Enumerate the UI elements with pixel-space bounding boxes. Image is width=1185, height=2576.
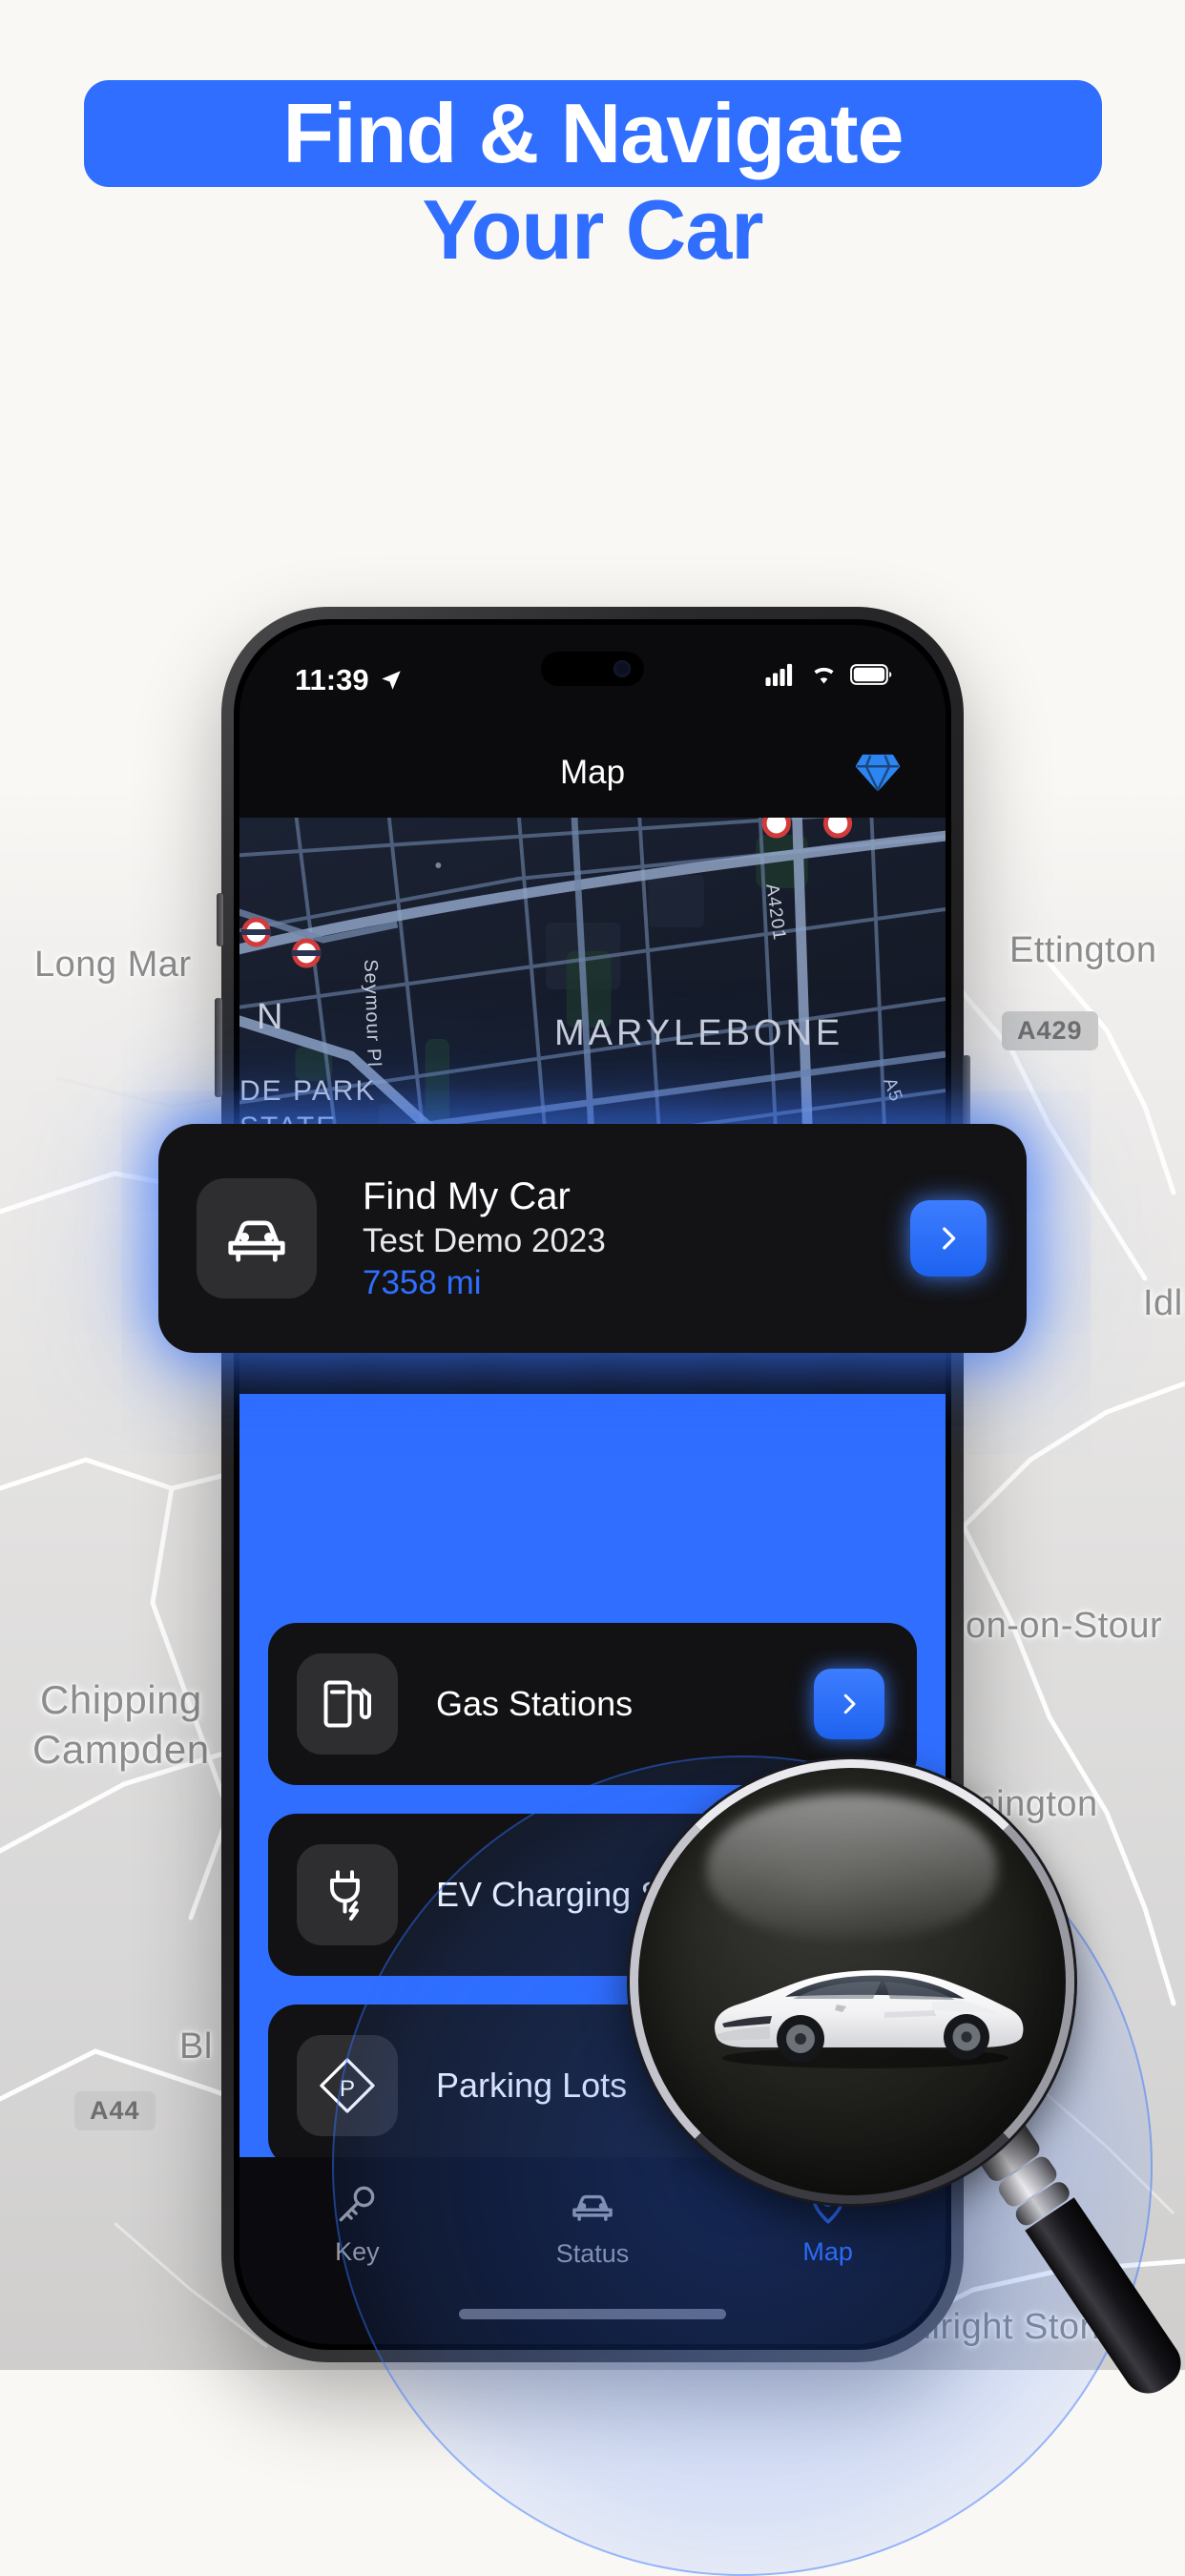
magnifier-lens <box>630 1759 1074 2204</box>
cellular-bars-icon <box>765 663 793 686</box>
chevron-right-icon[interactable] <box>814 1669 884 1739</box>
status-bar-time-group: 11:39 <box>295 663 404 697</box>
headline-line-2: Your Car <box>422 182 763 277</box>
ev-plug-icon <box>297 1844 398 1945</box>
white-sedan-car-icon <box>715 1970 1024 2068</box>
find-my-car-card[interactable]: Find My Car Test Demo 2023 7358 mi <box>158 1124 1027 1353</box>
find-my-car-distance: 7358 mi <box>363 1263 482 1301</box>
find-my-car-text: Find My Car Test Demo 2023 7358 mi <box>363 1175 606 1302</box>
front-camera-icon <box>613 660 631 677</box>
background-map-label: Bl <box>179 2026 213 2067</box>
location-arrow-icon <box>381 671 401 690</box>
battery-icon <box>850 664 892 685</box>
background-map-label: Campden <box>32 1727 210 1772</box>
diamond-icon[interactable] <box>852 747 904 803</box>
background-map-label: Long Mar <box>34 945 192 985</box>
gas-pump-icon <box>297 1653 398 1755</box>
headline-line-1: Find & Navigate <box>282 85 904 180</box>
background-map-label: Chipping <box>40 1677 202 1722</box>
find-my-car-subtitle: Test Demo 2023 <box>363 1221 606 1259</box>
list-item-label: Gas Stations <box>436 1684 634 1723</box>
phone-volume-up-button[interactable] <box>215 998 222 1097</box>
app-nav-bar: Map <box>239 728 946 818</box>
car-front-icon <box>197 1178 317 1298</box>
status-bar-indicators <box>765 663 892 686</box>
dynamic-island <box>541 652 644 686</box>
chevron-right-icon[interactable] <box>910 1200 987 1277</box>
background-map-label: Idl <box>1143 1283 1183 1323</box>
phone-mute-switch[interactable] <box>217 893 223 946</box>
road-shield: A429 <box>1002 1011 1098 1050</box>
background-map-label: on-on-Stour <box>966 1606 1163 1646</box>
status-bar-time: 11:39 <box>295 663 369 696</box>
page-title: Map <box>559 754 626 791</box>
lens-reflection <box>706 1793 998 1940</box>
phone-map-label: DE PARK <box>239 1075 377 1107</box>
road-shield: A44 <box>74 2091 156 2130</box>
phone-map-label: MARYLEBONE <box>554 1013 844 1053</box>
wifi-icon <box>814 667 834 684</box>
phone-map-label: Seymour Pl <box>360 959 385 1069</box>
find-my-car-title: Find My Car <box>363 1174 571 1217</box>
background-map-label: Ettington <box>1009 930 1157 970</box>
phone-map-label: N <box>257 997 285 1037</box>
